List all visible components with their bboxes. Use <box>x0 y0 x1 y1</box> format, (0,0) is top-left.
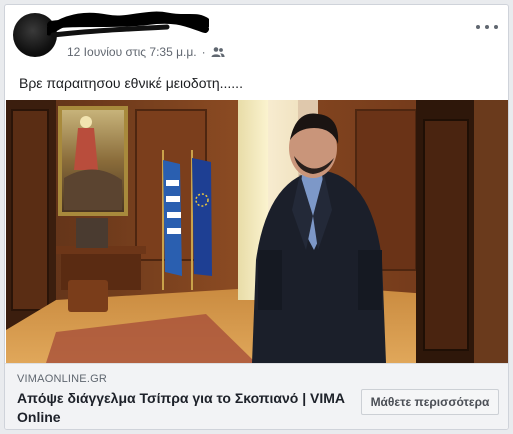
post-text: Βρε παραιτησου εθνικέ μειοδοτη...... <box>19 75 243 91</box>
learn-more-button[interactable]: Μάθετε περισσότερα <box>361 389 499 415</box>
more-options-icon[interactable] <box>476 21 498 33</box>
post-timestamp[interactable]: 12 Ιουνίου στις 7:35 μ.μ. <box>67 45 197 59</box>
link-domain: VIMAONLINE.GR <box>17 373 108 385</box>
facebook-post: 12 Ιουνίου στις 7:35 μ.μ. · Βρε παραιτησ… <box>4 4 509 430</box>
office-photo <box>6 100 508 363</box>
friends-icon[interactable] <box>211 46 225 58</box>
meta-separator: · <box>201 45 206 59</box>
post-meta: 12 Ιουνίου στις 7:35 μ.μ. · <box>67 45 225 59</box>
link-headline[interactable]: Απόψε διάγγελμα Τσίπρα για το Σκοπιανό |… <box>17 389 347 427</box>
redacted-name-scribble <box>47 11 209 38</box>
link-preview-footer[interactable]: VIMAONLINE.GR Απόψε διάγγελμα Τσίπρα για… <box>5 363 508 429</box>
link-preview-image[interactable] <box>6 100 508 363</box>
